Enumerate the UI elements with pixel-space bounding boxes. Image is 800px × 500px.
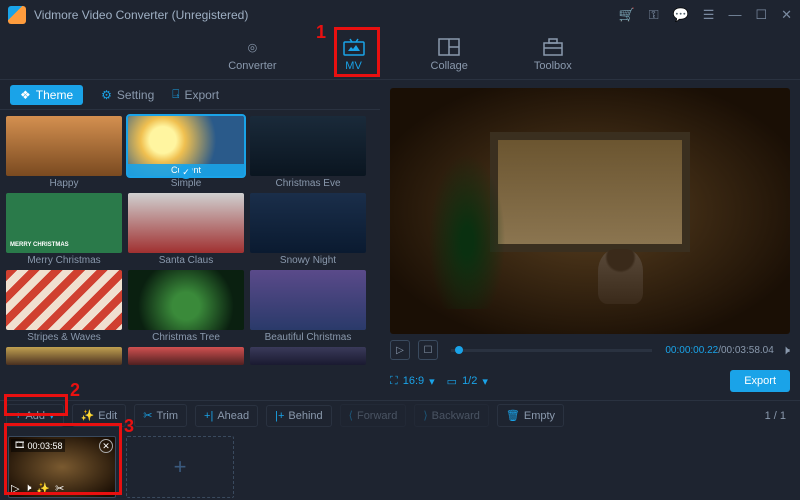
export-icon: ⍈ (172, 87, 179, 102)
behind-button[interactable]: |+Behind (266, 405, 332, 427)
edit-button[interactable]: ✨Edit (72, 404, 127, 427)
clip-toolbar: +Add▾ ✨Edit ✂Trim +|Ahead |+Behind ⟨Forw… (0, 400, 800, 430)
wand-icon: ✨ (81, 409, 95, 422)
gear-icon: ⚙ (101, 88, 112, 102)
theme-more-2[interactable] (128, 347, 244, 365)
mv-icon (343, 37, 365, 57)
feedback-icon[interactable]: 💬 (673, 7, 689, 23)
nav-mv[interactable]: MV (335, 34, 373, 75)
clip-strip: 🎞00:03:58 ✕ ▷ 🕨 ✨ ✂ + (0, 430, 800, 500)
forward-button[interactable]: ⟨Forward (340, 404, 407, 427)
trim-clip-icon[interactable]: ✂ (55, 482, 64, 495)
theme-icon: ❖ (20, 88, 31, 102)
clip-icon: ▭ (447, 375, 457, 388)
add-clip-slot[interactable]: + (126, 436, 234, 498)
export-button[interactable]: Export (730, 370, 790, 392)
film-icon: 🎞 (14, 440, 25, 451)
mute-clip-icon[interactable]: 🕨 (24, 482, 31, 495)
chevron-down-icon: ▾ (429, 375, 435, 388)
play-button[interactable]: ▷ (390, 340, 410, 360)
clip-duration: 00:03:58 (27, 441, 62, 451)
theme-merry-christmas[interactable]: Merry Christmas (6, 193, 122, 266)
stop-button[interactable]: ☐ (418, 340, 438, 360)
annotation-num-1: 1 (316, 22, 326, 43)
key-icon[interactable]: ⚿ (649, 7, 659, 23)
theme-happy[interactable]: Happy (6, 116, 122, 189)
chevron-down-icon: ▾ (49, 409, 55, 422)
converter-icon: ◎ (241, 37, 263, 57)
subtab-setting-label: Setting (117, 88, 154, 102)
trim-button[interactable]: ✂Trim (134, 404, 187, 427)
minimize-icon[interactable]: — (728, 7, 741, 23)
nav-toolbox[interactable]: Toolbox (526, 34, 580, 75)
app-title: Vidmore Video Converter (Unregistered) (34, 8, 619, 22)
theme-snowy-night[interactable]: Snowy Night (250, 193, 366, 266)
ahead-button[interactable]: +|Ahead (195, 405, 258, 427)
play-clip-icon[interactable]: ▷ (11, 482, 19, 495)
crop-icon: ⛶ (390, 375, 398, 388)
top-nav: ◎ Converter MV Collage Toolbox (0, 30, 800, 80)
theme-beautiful-christmas[interactable]: Beautiful Christmas (250, 270, 366, 343)
subtab-theme-label: Theme (36, 88, 73, 102)
remove-clip-button[interactable]: ✕ (99, 439, 113, 453)
backward-button[interactable]: ⟩Backward (414, 404, 489, 427)
menu-icon[interactable]: ☰ (703, 7, 715, 23)
nav-collage[interactable]: Collage (423, 34, 476, 75)
empty-button[interactable]: 🗑Empty (497, 404, 564, 427)
subtab-export[interactable]: ⍈ Export (172, 87, 219, 102)
cart-icon[interactable]: 🛒 (619, 7, 635, 23)
maximize-icon[interactable]: ☐ (755, 7, 767, 23)
nav-mv-label: MV (345, 60, 362, 72)
scissors-icon: ✂ (143, 409, 152, 422)
behind-plus-icon: |+ (275, 410, 284, 422)
clip-1[interactable]: 🎞00:03:58 ✕ ▷ 🕨 ✨ ✂ (8, 436, 116, 498)
theme-santa-claus[interactable]: Santa Claus (128, 193, 244, 266)
theme-more-1[interactable] (6, 347, 122, 365)
forward-icon: ⟨ (349, 409, 353, 422)
theme-christmas-eve[interactable]: Christmas Eve (250, 116, 366, 189)
app-logo-icon (8, 6, 26, 24)
trash-icon: 🗑 (506, 409, 520, 422)
preview-panel: ▷ ☐ 00:00:00.22/00:03:58.04 🕨 ⛶16:9▾ ▭1/… (380, 80, 800, 400)
plus-icon: + (15, 410, 21, 422)
seek-bar[interactable] (451, 349, 652, 352)
aspect-ratio-select[interactable]: ⛶16:9▾ (390, 375, 435, 388)
theme-stripes-waves[interactable]: Stripes & Waves (6, 270, 122, 343)
theme-christmas-tree[interactable]: Christmas Tree (128, 270, 244, 343)
page-counter: 1 / 1 (765, 410, 794, 422)
add-button[interactable]: +Add▾ (6, 404, 64, 427)
clip-page-select[interactable]: ▭1/2▾ (447, 375, 488, 388)
player-controls: ▷ ☐ 00:00:00.22/00:03:58.04 🕨 (390, 334, 790, 366)
annotation-num-3: 3 (124, 416, 134, 437)
nav-toolbox-label: Toolbox (534, 60, 572, 72)
edit-clip-icon[interactable]: ✨ (36, 482, 50, 495)
time-current: 00:00:00.22 (665, 345, 718, 356)
titlebar: Vidmore Video Converter (Unregistered) 🛒… (0, 0, 800, 30)
video-preview[interactable] (390, 88, 790, 334)
theme-simple[interactable]: Current✓Simple (128, 116, 244, 189)
ahead-plus-icon: +| (204, 410, 213, 422)
chevron-down-icon: ▾ (482, 375, 488, 388)
subtab-bar: ❖ Theme ⚙ Setting ⍈ Export (0, 80, 380, 110)
annotation-num-2: 2 (70, 380, 80, 401)
nav-converter-label: Converter (228, 60, 276, 72)
nav-converter[interactable]: ◎ Converter (220, 34, 284, 75)
check-icon: ✓ (179, 165, 193, 179)
backward-icon: ⟩ (423, 409, 427, 422)
close-icon[interactable]: ✕ (781, 7, 792, 23)
subtab-setting[interactable]: ⚙ Setting (101, 88, 154, 102)
subtab-theme[interactable]: ❖ Theme (10, 85, 83, 105)
nav-collage-label: Collage (431, 60, 468, 72)
volume-icon[interactable]: 🕨 (782, 342, 790, 358)
toolbox-icon (542, 37, 564, 57)
theme-grid: Happy Current✓Simple Christmas Eve Merry… (0, 110, 380, 400)
theme-more-3[interactable] (250, 347, 366, 365)
time-total: /00:03:58.04 (718, 345, 774, 356)
left-panel: ❖ Theme ⚙ Setting ⍈ Export Happy Current… (0, 80, 380, 400)
subtab-export-label: Export (184, 88, 219, 102)
collage-icon (438, 37, 460, 57)
